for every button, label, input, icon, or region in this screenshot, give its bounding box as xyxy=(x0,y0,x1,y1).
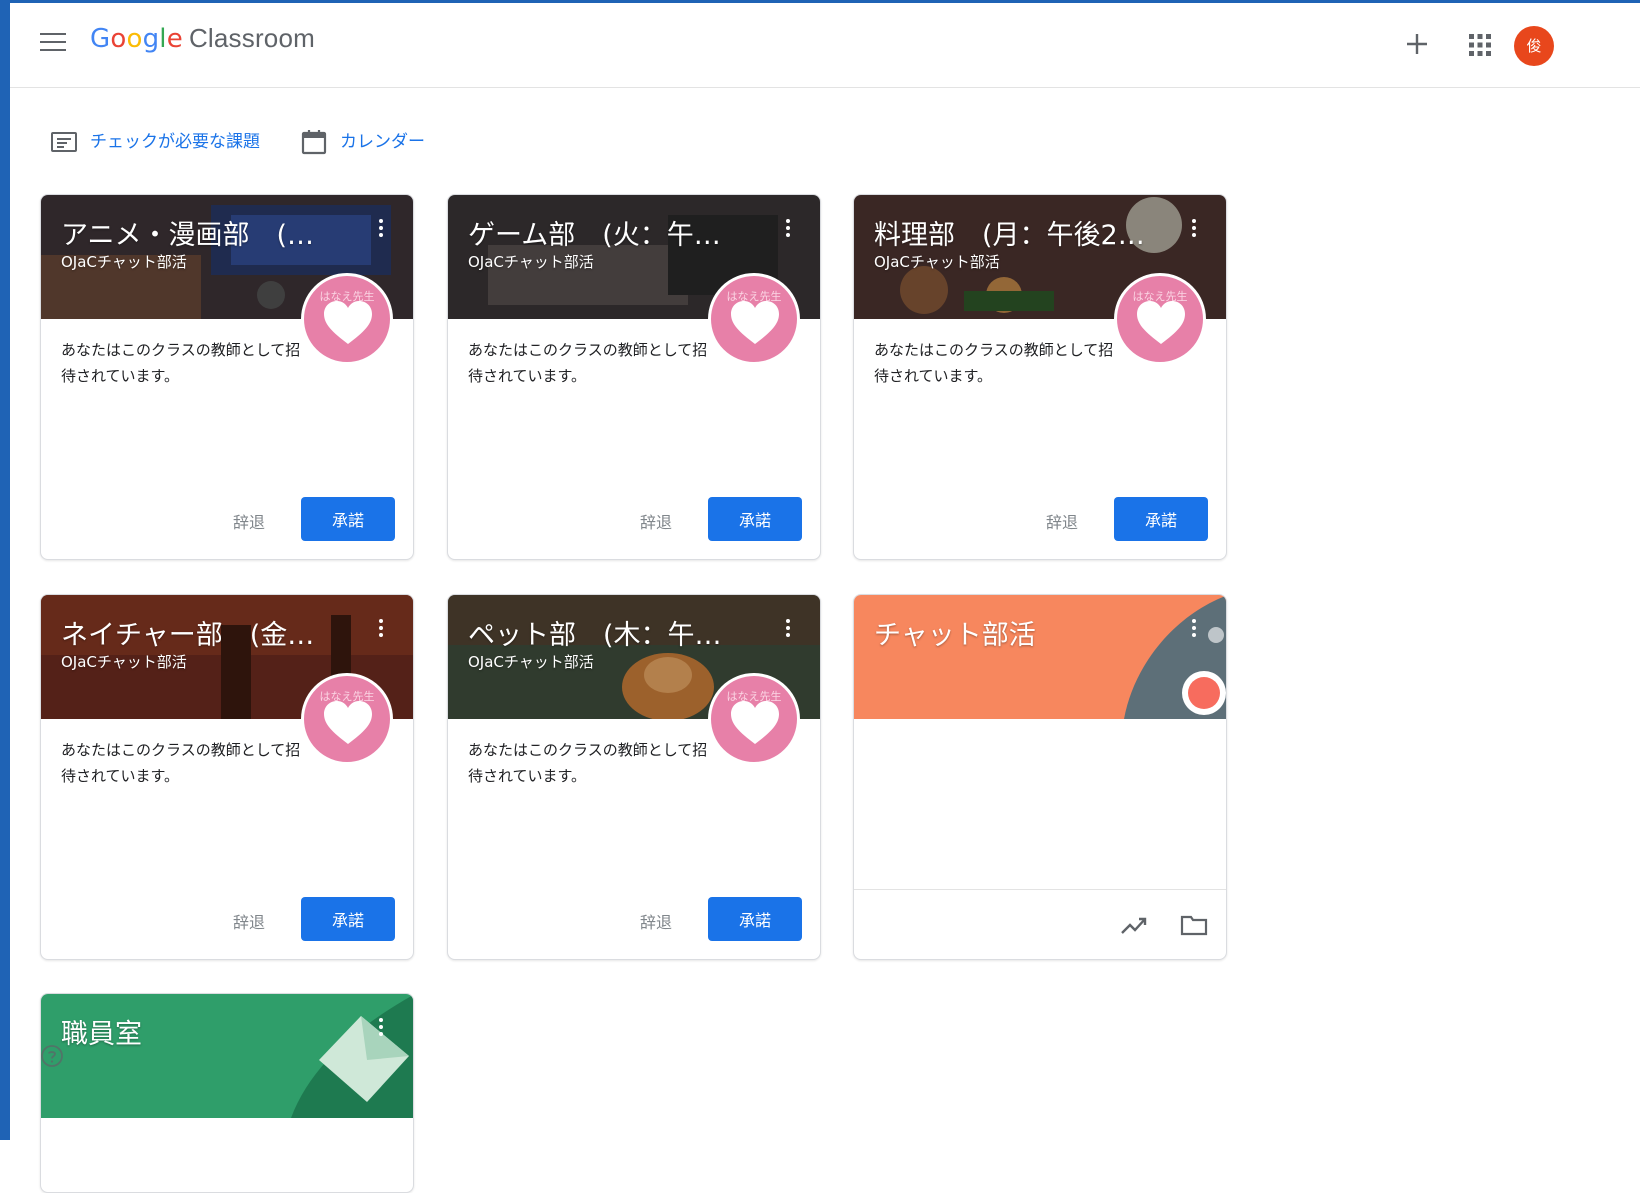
logo-letter: g xyxy=(142,24,160,54)
class-card[interactable]: 職員室 xyxy=(40,993,414,1193)
more-options-icon[interactable] xyxy=(1190,219,1198,241)
decline-button[interactable]: 辞退 xyxy=(1046,509,1078,533)
invite-description: あなたはこのクラスの教師として招待されています。 xyxy=(61,341,301,385)
class-section: OJaCチャット部活 xyxy=(61,653,187,671)
calendar-icon xyxy=(301,130,327,155)
to-review-label: チェックが必要な課題 xyxy=(90,132,260,152)
more-options-icon[interactable] xyxy=(377,619,385,641)
class-section: OJaCチャット部活 xyxy=(468,253,594,271)
accept-button[interactable]: 承諾 xyxy=(301,497,395,541)
class-title[interactable]: 料理部 (月：午後2… xyxy=(874,213,1164,252)
class-card-banner: チャット部活 xyxy=(854,595,1226,719)
class-section: OJaCチャット部活 xyxy=(468,653,594,671)
class-card[interactable]: 料理部 (月：午後2… OJaCチャット部活 はなえ先生 あなたはこのクラスの教… xyxy=(853,194,1227,560)
heart-icon xyxy=(324,701,372,744)
plus-icon[interactable] xyxy=(1404,31,1430,57)
hamburger-menu-icon[interactable] xyxy=(40,33,66,53)
card-footer-divider xyxy=(854,889,1226,890)
class-card[interactable]: ゲーム部 (火：午… OJaCチャット部活 はなえ先生 あなたはこのクラスの教師… xyxy=(447,194,821,560)
calendar-label: カレンダー xyxy=(340,132,425,152)
heart-icon xyxy=(731,301,779,344)
class-card[interactable]: アニメ・漫画部 (… OJaCチャット部活 はなえ先生 あなたはこのクラスの教師… xyxy=(40,194,414,560)
logo-letter: e xyxy=(166,24,183,54)
logo-letter: G xyxy=(90,24,111,54)
logo-letter: o xyxy=(110,24,127,54)
more-options-icon[interactable] xyxy=(784,619,792,641)
teacher-avatar: はなえ先生 xyxy=(301,273,393,365)
invite-description: あなたはこのクラスの教師として招待されています。 xyxy=(468,341,708,385)
assignment-icon xyxy=(51,132,77,152)
trending-up-icon[interactable] xyxy=(1120,913,1148,937)
invite-description: あなたはこのクラスの教師として招待されています。 xyxy=(61,741,301,785)
invite-description: あなたはこのクラスの教師として招待されています。 xyxy=(874,341,1114,385)
accept-button[interactable]: 承諾 xyxy=(708,497,802,541)
app-logo[interactable]: Google Classroom xyxy=(90,23,315,54)
teacher-avatar: はなえ先生 xyxy=(301,673,393,765)
more-options-icon[interactable] xyxy=(1190,619,1198,641)
help-icon[interactable] xyxy=(40,1044,64,1068)
class-section: OJaCチャット部活 xyxy=(61,253,187,271)
class-card[interactable]: ネイチャー部 (金… OJaCチャット部活 はなえ先生 あなたはこのクラスの教師… xyxy=(40,594,414,960)
accept-button[interactable]: 承諾 xyxy=(301,897,395,941)
invite-description: あなたはこのクラスの教師として招待されています。 xyxy=(468,741,708,785)
calendar-link[interactable]: カレンダー xyxy=(300,128,450,156)
top-app-bar: Google Classroom 俊 xyxy=(10,3,1640,88)
class-title[interactable]: ネイチャー部 (金… xyxy=(61,613,351,652)
class-title[interactable]: 職員室 xyxy=(61,1012,351,1051)
class-section: OJaCチャット部活 xyxy=(874,253,1000,271)
window-frame xyxy=(0,0,1640,1140)
accept-button[interactable]: 承諾 xyxy=(1114,497,1208,541)
class-card[interactable]: ペット部 (木：午… OJaCチャット部活 はなえ先生 あなたはこのクラスの教師… xyxy=(447,594,821,960)
logo-letter: l xyxy=(159,24,167,54)
decline-button[interactable]: 辞退 xyxy=(233,909,265,933)
class-card-banner: 職員室 xyxy=(41,994,413,1118)
to-review-link[interactable]: チェックが必要な課題 xyxy=(50,128,290,156)
decline-button[interactable]: 辞退 xyxy=(640,509,672,533)
class-card[interactable]: チャット部活 xyxy=(853,594,1227,960)
heart-icon xyxy=(1137,301,1185,344)
app-title: Classroom xyxy=(188,23,315,53)
decline-button[interactable]: 辞退 xyxy=(640,909,672,933)
class-title[interactable]: ペット部 (木：午… xyxy=(468,613,758,652)
decline-button[interactable]: 辞退 xyxy=(233,509,265,533)
account-avatar[interactable]: 俊 xyxy=(1514,26,1554,66)
heart-icon xyxy=(324,301,372,344)
class-title[interactable]: チャット部活 xyxy=(874,613,1164,652)
more-options-icon[interactable] xyxy=(784,219,792,241)
heart-icon xyxy=(731,701,779,744)
folder-icon[interactable] xyxy=(1180,913,1208,937)
logo-letter: o xyxy=(126,24,143,54)
class-title[interactable]: ゲーム部 (火：午… xyxy=(468,213,758,252)
teacher-avatar: はなえ先生 xyxy=(708,273,800,365)
more-options-icon[interactable] xyxy=(377,1018,385,1040)
teacher-avatar: はなえ先生 xyxy=(1114,273,1206,365)
accept-button[interactable]: 承諾 xyxy=(708,897,802,941)
more-options-icon[interactable] xyxy=(377,219,385,241)
apps-grid-icon[interactable] xyxy=(1468,33,1492,57)
teacher-avatar: はなえ先生 xyxy=(708,673,800,765)
class-title[interactable]: アニメ・漫画部 (… xyxy=(61,213,351,252)
